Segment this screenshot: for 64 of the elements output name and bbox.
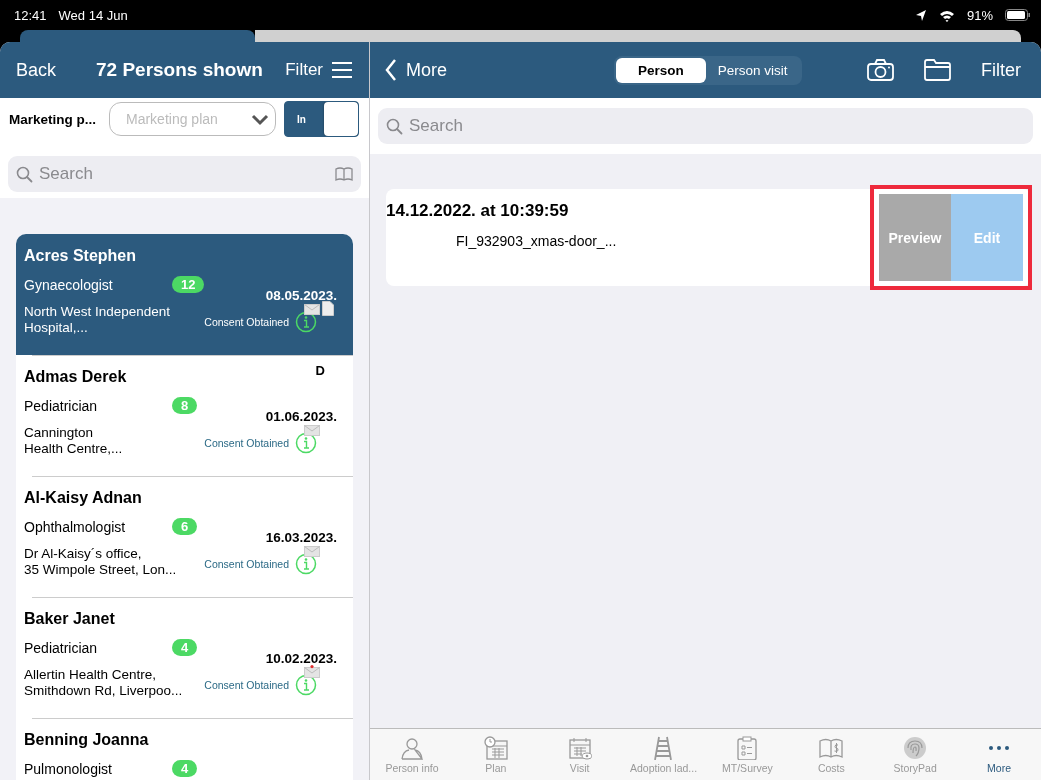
- consent-status: Consent Obtained: [204, 316, 289, 328]
- segment-tab[interactable]: Person: [616, 57, 706, 83]
- location-icon: [914, 8, 927, 22]
- person-address: Cannington Health Centre,...: [24, 425, 124, 457]
- person-name: Acres Stephen: [24, 247, 137, 265]
- visit-date: 16.03.2023.: [265, 530, 337, 545]
- consent-status: Consent Obtained: [204, 679, 289, 691]
- filter-label: Marketing p...: [9, 111, 97, 127]
- person-name: Benning Joanna: [24, 731, 149, 749]
- person-address: Allertin Health Centre, Smithdown Rd, Liverpoo...: [24, 667, 184, 699]
- fingerprint-icon: [903, 736, 928, 760]
- wifi-icon: [938, 8, 955, 22]
- battery-percentage: 91%: [966, 7, 993, 23]
- attachment-date: 14.12.2022. at 10:39:59: [386, 201, 569, 221]
- calendar-clock-icon: [483, 736, 508, 760]
- book-icon[interactable]: [335, 166, 353, 182]
- back-button[interactable]: More: [384, 58, 614, 82]
- chevron-left-icon: [384, 58, 398, 82]
- person-specialty: Pulmonologist: [24, 760, 113, 777]
- person-specialty: Gynaecologist: [24, 276, 114, 293]
- count-badge: 4: [172, 760, 198, 777]
- person-address: North West Independent Hospital,...: [24, 304, 172, 336]
- search-icon: [386, 117, 403, 135]
- segment-tab[interactable]: Person visit: [705, 57, 800, 83]
- header-title: 72 Persons shown: [96, 59, 264, 81]
- info-icon[interactable]: [295, 311, 317, 333]
- segmented-control[interactable]: Person Person visit: [614, 55, 802, 85]
- person-icon: [399, 736, 424, 760]
- file-name: FI_932903_xmas-door_...: [456, 233, 618, 249]
- visit-date: 10.02.2023.: [265, 651, 337, 666]
- person-address: Dr Al-Kaisy´s office, 35 Wimpole Street, Lon...: [24, 546, 178, 578]
- visit-date: 01.06.2023.: [265, 409, 337, 424]
- visit-date: 08.05.2023.: [265, 288, 337, 303]
- consent-status: Consent Obtained: [204, 558, 289, 570]
- person-specialty: Pediatrician: [24, 397, 99, 414]
- tab-bar-item[interactable]: More: [957, 729, 1041, 780]
- count-badge: 4: [172, 639, 198, 656]
- calendar-eye-icon: [567, 736, 592, 760]
- person-specialty: Pediatrician: [24, 639, 99, 656]
- filter-button[interactable]: Filter: [285, 60, 323, 80]
- count-badge: 6: [172, 518, 198, 535]
- menu-icon[interactable]: [331, 61, 353, 79]
- status-date: Wed 14 Jun: [58, 7, 128, 23]
- corner-letter: D: [315, 363, 325, 378]
- back-button[interactable]: Back: [16, 59, 96, 81]
- in-toggle[interactable]: In: [284, 101, 359, 137]
- status-time: 12:41: [14, 7, 47, 23]
- more-dots-icon: [989, 746, 1010, 750]
- book-dollar-icon: [819, 736, 844, 760]
- battery-icon: [1005, 9, 1031, 21]
- consent-status: Consent Obtained: [204, 437, 289, 449]
- count-badge: 12: [172, 276, 205, 293]
- person-specialty: Ophthalmologist: [24, 518, 127, 535]
- filter-button[interactable]: Filter: [981, 59, 1021, 81]
- folder-icon[interactable]: [924, 59, 951, 81]
- chevron-down-icon: [251, 112, 269, 126]
- person-name: Al-Kaisy Adnan: [24, 489, 142, 507]
- clipboard-icon: [735, 736, 760, 760]
- camera-icon[interactable]: [867, 59, 894, 81]
- person-name: Baker Janet: [24, 610, 115, 628]
- count-badge: 8: [172, 397, 198, 414]
- person-name: Admas Derek: [24, 368, 127, 386]
- search-icon: [16, 165, 33, 183]
- person-list-item[interactable]: Acres Stephen Gynaecologist 12 North West Independent Hospital,... 08.05.2023. Consent Obtained: [16, 234, 353, 355]
